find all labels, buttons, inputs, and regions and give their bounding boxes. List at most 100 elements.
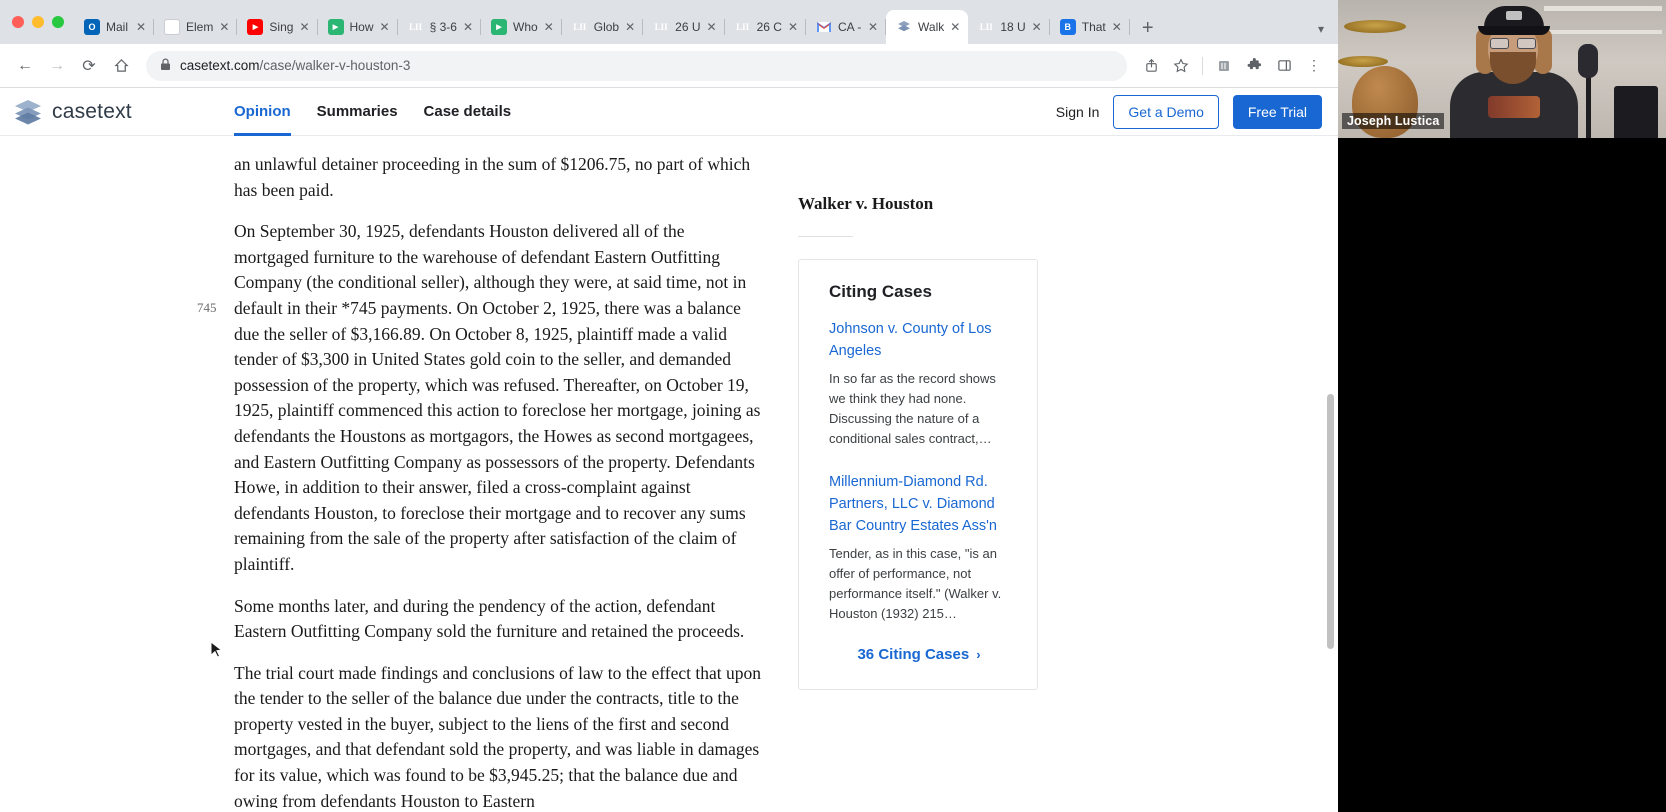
opinion-paragraph: On September 30, 1925, defendants Housto… bbox=[234, 221, 761, 574]
screen-root: O Mail ✕ ABC Elem ✕ Sing ✕ How bbox=[0, 0, 1666, 812]
close-icon[interactable]: ✕ bbox=[788, 21, 798, 33]
browser-tab-mail[interactable]: O Mail ✕ bbox=[74, 10, 154, 44]
citing-cases-card: Citing Cases Johnson v. County of Los An… bbox=[798, 259, 1038, 690]
bookmark-star-icon[interactable] bbox=[1167, 52, 1195, 80]
browser-tab-ca[interactable]: CA - ✕ bbox=[806, 10, 887, 44]
tab-search-chevron-down-icon[interactable]: ▾ bbox=[1310, 22, 1338, 44]
tab-title: Elem bbox=[186, 20, 214, 34]
shirt-print bbox=[1488, 96, 1540, 118]
browser-tab-glob[interactable]: LII Glob ✕ bbox=[562, 10, 644, 44]
scrollbar-thumb[interactable] bbox=[1327, 394, 1334, 649]
address-bar[interactable]: casetext.com/case/walker-v-houston-3 bbox=[146, 50, 1127, 81]
browser-tab-walker-active[interactable]: Walk ✕ bbox=[886, 10, 969, 44]
close-icon[interactable]: ✕ bbox=[544, 21, 554, 33]
share-icon[interactable] bbox=[1137, 52, 1165, 80]
reading-list-icon[interactable] bbox=[1210, 52, 1238, 80]
extensions-puzzle-icon[interactable] bbox=[1240, 52, 1268, 80]
casetext-logo[interactable]: casetext bbox=[14, 99, 214, 125]
browser-tab-that[interactable]: B That ✕ bbox=[1050, 10, 1130, 44]
case-title: Walker v. Houston bbox=[798, 194, 934, 213]
browser-tab-sing[interactable]: Sing ✕ bbox=[237, 10, 318, 44]
elements-icon: ABC bbox=[164, 19, 180, 35]
close-icon[interactable]: ✕ bbox=[950, 21, 960, 33]
close-icon[interactable]: ✕ bbox=[868, 21, 878, 33]
page-scrollbar[interactable] bbox=[1327, 266, 1336, 806]
maximize-window-button[interactable] bbox=[52, 16, 64, 28]
free-trial-button[interactable]: Free Trial bbox=[1232, 94, 1322, 129]
reload-button[interactable]: ⟳ bbox=[74, 51, 104, 81]
content-wrapper: 745 an unlawful detainer proceeding in t… bbox=[0, 136, 1338, 808]
cap-logo bbox=[1506, 11, 1522, 20]
tab-title: Sing bbox=[269, 20, 294, 34]
close-icon[interactable]: ✕ bbox=[1112, 21, 1122, 33]
youtube-icon bbox=[247, 19, 264, 35]
close-icon[interactable]: ✕ bbox=[1032, 21, 1042, 33]
player-icon bbox=[327, 19, 344, 35]
outlook-icon: O bbox=[84, 19, 100, 35]
close-icon[interactable]: ✕ bbox=[707, 21, 717, 33]
back-button[interactable]: ← bbox=[10, 51, 40, 81]
all-citing-cases-link[interactable]: 36 Citing Cases › bbox=[829, 646, 1009, 663]
lii-icon: LII bbox=[654, 22, 668, 32]
gmail-icon bbox=[816, 19, 832, 35]
tab-opinion[interactable]: Opinion bbox=[234, 88, 291, 136]
forward-button[interactable]: → bbox=[42, 51, 72, 81]
new-tab-button[interactable]: + bbox=[1130, 18, 1166, 44]
shelf bbox=[1544, 6, 1662, 11]
lens-right bbox=[1517, 38, 1536, 49]
site-nav: Opinion Summaries Case details bbox=[234, 88, 511, 136]
tab-case-details[interactable]: Case details bbox=[424, 88, 512, 136]
get-a-demo-button[interactable]: Get a Demo bbox=[1113, 94, 1219, 129]
opinion-paragraph: an unlawful detainer proceeding in the s… bbox=[234, 154, 751, 200]
sidebar-column: Walker v. Houston Citing Cases Johnson v… bbox=[790, 136, 1290, 808]
citing-case-link[interactable]: Millennium-Diamond Rd. Partners, LLC v. … bbox=[829, 471, 1009, 537]
close-icon[interactable]: ✕ bbox=[463, 21, 473, 33]
page-body: 745 an unlawful detainer proceeding in t… bbox=[0, 136, 1338, 808]
side-panel-icon[interactable] bbox=[1270, 52, 1298, 80]
casetext-icon bbox=[896, 19, 912, 35]
browser-toolbar: ← → ⟳ casetext.com/case/walker-v-houston… bbox=[0, 44, 1338, 88]
tab-title: Walk bbox=[918, 20, 945, 34]
player-icon bbox=[491, 19, 507, 35]
glasses-icon bbox=[1490, 38, 1536, 49]
close-icon[interactable]: ✕ bbox=[380, 21, 390, 33]
browser-tab-elements[interactable]: ABC Elem ✕ bbox=[154, 10, 238, 44]
lock-icon bbox=[160, 58, 171, 74]
browser-tab-26-usc[interactable]: LII 26 U ✕ bbox=[643, 10, 726, 44]
tab-title: How bbox=[349, 20, 374, 34]
lii-icon: LII bbox=[409, 22, 423, 32]
browser-menu-icon[interactable]: ⋮ bbox=[1300, 52, 1328, 80]
tab-title: 26 U bbox=[675, 20, 701, 34]
opinion-paragraph: Some months later, and during the penden… bbox=[234, 595, 745, 642]
opinion-column: 745 an unlawful detainer proceeding in t… bbox=[0, 136, 790, 808]
close-icon[interactable]: ✕ bbox=[299, 21, 309, 33]
cap-brim bbox=[1478, 26, 1550, 35]
browser-tab-18-usc[interactable]: LII 18 U ✕ bbox=[968, 10, 1051, 44]
sign-in-link[interactable]: Sign In bbox=[1056, 104, 1100, 120]
tab-summaries[interactable]: Summaries bbox=[317, 88, 398, 136]
minimize-window-button[interactable] bbox=[32, 16, 44, 28]
home-button[interactable] bbox=[106, 51, 136, 81]
citing-case-snippet: Tender, as in this case, "is an offer of… bbox=[829, 546, 1002, 621]
amp bbox=[1614, 86, 1658, 138]
header-actions: Sign In Get a Demo Free Trial bbox=[1056, 94, 1338, 129]
close-icon[interactable]: ✕ bbox=[136, 21, 146, 33]
tab-list: O Mail ✕ ABC Elem ✕ Sing ✕ How bbox=[74, 0, 1310, 44]
browser-tab-26-cfr[interactable]: LII 26 C ✕ bbox=[725, 10, 807, 44]
brand-name: casetext bbox=[52, 99, 132, 123]
browser-tab-section-3-6[interactable]: LII § 3-6 ✕ bbox=[398, 10, 482, 44]
citing-case-link[interactable]: Johnson v. County of Los Angeles bbox=[829, 318, 1009, 362]
site-header: casetext Opinion Summaries Case details … bbox=[0, 88, 1338, 136]
tab-strip: O Mail ✕ ABC Elem ✕ Sing ✕ How bbox=[0, 0, 1338, 44]
webcam-video: Joseph Lustica bbox=[1338, 0, 1666, 138]
close-window-button[interactable] bbox=[12, 16, 24, 28]
lii-icon: LII bbox=[573, 22, 587, 32]
browser-tab-who[interactable]: Who ✕ bbox=[481, 10, 562, 44]
bluebook-icon: B bbox=[1059, 19, 1076, 35]
close-icon[interactable]: ✕ bbox=[625, 21, 635, 33]
close-icon[interactable]: ✕ bbox=[219, 21, 229, 33]
browser-tab-how[interactable]: How ✕ bbox=[318, 10, 398, 44]
url-path: /case/walker-v-houston-3 bbox=[259, 58, 411, 73]
browser-window: O Mail ✕ ABC Elem ✕ Sing ✕ How bbox=[0, 0, 1338, 812]
tab-title: Who bbox=[513, 20, 538, 34]
